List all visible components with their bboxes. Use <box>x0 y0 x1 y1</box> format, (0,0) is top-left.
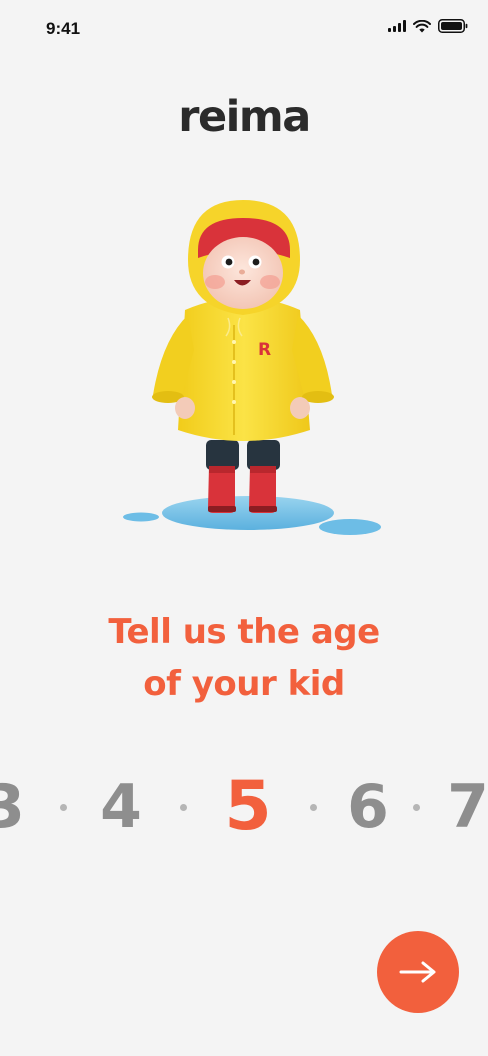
age-picker[interactable]: 3 4 5 6 7 <box>0 762 488 852</box>
age-option-4[interactable]: 4 <box>86 762 156 852</box>
age-option-3[interactable]: 3 <box>0 762 39 852</box>
onboarding-age-screen: 9:41 reima R Tell us the age of your kid… <box>0 0 488 1056</box>
signal-icon <box>388 20 406 32</box>
headline-line-1: Tell us the age <box>108 612 380 652</box>
svg-text:R: R <box>258 340 271 360</box>
status-icons <box>388 19 468 33</box>
battery-icon <box>438 19 468 33</box>
status-time: 9:41 <box>46 19 81 38</box>
age-separator-dot <box>309 804 317 811</box>
headline-line-2: of your kid <box>143 664 345 704</box>
age-option-5-selected[interactable]: 5 <box>213 762 283 852</box>
age-option-7[interactable]: 7 <box>433 762 488 852</box>
next-button[interactable] <box>377 931 459 1013</box>
arrow-right-icon <box>399 961 436 983</box>
age-separator-dot <box>179 804 187 811</box>
age-option-6[interactable]: 6 <box>333 762 403 852</box>
age-separator-dot <box>412 804 420 811</box>
age-question-headline: Tell us the age of your kid <box>0 606 488 710</box>
age-separator-dot <box>59 804 67 811</box>
reima-logo: reima <box>178 92 311 142</box>
kid-raincoat-illustration: R <box>110 190 400 550</box>
wifi-icon <box>413 19 431 33</box>
